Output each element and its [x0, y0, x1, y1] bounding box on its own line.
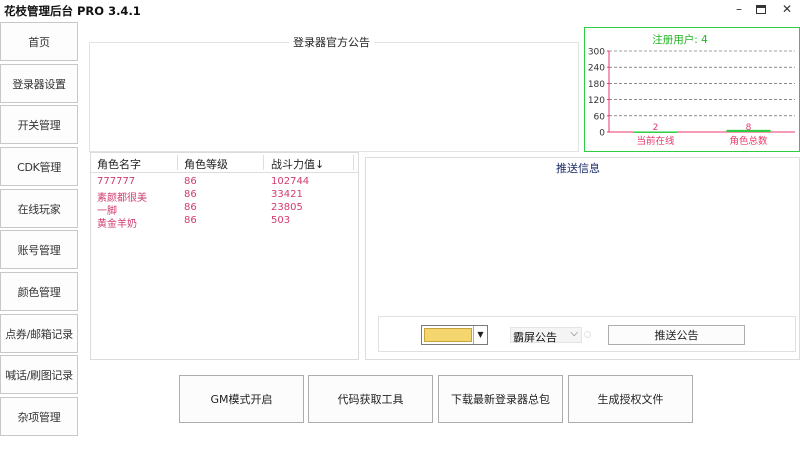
push-title: 推送信息	[556, 162, 600, 175]
cell-power: 503	[271, 215, 291, 226]
maximize-icon[interactable]	[756, 2, 770, 16]
y-tick-label: 300	[588, 48, 605, 58]
sidebar-item-shout-log[interactable]: 喊话/刷图记录	[0, 355, 78, 394]
data-label: 2	[653, 123, 659, 133]
download-package-button[interactable]: 下载最新登录器总包	[438, 375, 563, 423]
sidebar-item-points-mail[interactable]: 点券/邮箱记录	[0, 314, 78, 353]
sidebar: 首页 登录器设置 开关管理 CDK管理 在线玩家 账号管理 颜色管理 点券/邮箱…	[0, 22, 78, 449]
x-tick-label: 角色总数	[729, 135, 768, 147]
chevron-down-icon: ⌵	[570, 328, 578, 339]
cell-role-name: 黄金羊奶	[97, 219, 137, 230]
minimize-icon[interactable]: –	[732, 2, 746, 16]
stats-chart: 0 60 120 180 240 300 2 当前在线 8 角色总数	[588, 48, 795, 147]
table-row[interactable]: 一脚 86 23805	[91, 202, 358, 217]
y-tick-label: 120	[588, 96, 605, 106]
color-swatch	[424, 328, 472, 342]
app-title: 花枝管理后台 PRO 3.4.1	[4, 4, 141, 18]
sidebar-item-cdk[interactable]: CDK管理	[0, 147, 78, 186]
option-radio[interactable]	[584, 331, 591, 338]
color-select[interactable]: ▼	[421, 325, 488, 345]
y-tick-label: 60	[594, 112, 606, 122]
col-role-name[interactable]: 角色名字	[97, 156, 141, 172]
column-divider	[353, 155, 354, 170]
y-tick-label: 240	[588, 64, 605, 74]
sidebar-item-colors[interactable]: 颜色管理	[0, 272, 78, 311]
cell-role-level: 86	[184, 189, 197, 200]
notice-frame[interactable]	[89, 42, 579, 152]
cell-role-level: 86	[184, 202, 197, 213]
role-table-header: 角色名字 角色等级 战斗力值↓	[91, 153, 358, 173]
send-notice-button[interactable]: 推送公告	[608, 325, 745, 345]
push-type-value: 霸屏公告	[513, 331, 557, 344]
stats-chart-panel: 注册用户: 4 0 60 120 180 240 300 2 当前在线 8 角色总数	[584, 27, 800, 152]
col-role-level[interactable]: 角色等级	[184, 156, 228, 172]
cell-role-level: 86	[184, 215, 197, 226]
code-tool-button[interactable]: 代码获取工具	[308, 375, 433, 423]
y-tick-label: 180	[588, 80, 605, 90]
y-tick-label: 0	[599, 129, 605, 139]
cell-role-name: 777777	[97, 176, 136, 187]
generate-auth-button[interactable]: 生成授权文件	[568, 375, 693, 423]
table-row[interactable]: 777777 86 102744	[91, 176, 358, 189]
cell-power: 23805	[271, 202, 303, 213]
column-divider	[263, 155, 264, 170]
sidebar-item-home[interactable]: 首页	[0, 22, 78, 61]
notice-panel: 登录器官方公告	[89, 34, 579, 152]
cell-power: 33421	[271, 189, 303, 200]
role-list-panel: 角色名字 角色等级 战斗力值↓ 777777 86 102744 素颜都很美 8…	[90, 152, 359, 360]
sidebar-item-misc[interactable]: 杂项管理	[0, 397, 78, 436]
window-controls: – ✕	[732, 2, 794, 16]
sidebar-item-switches[interactable]: 开关管理	[0, 105, 78, 144]
col-power[interactable]: 战斗力值↓	[271, 156, 324, 172]
table-row[interactable]: 素颜都很美 86 33421	[91, 189, 358, 204]
notice-title: 登录器官方公告	[289, 34, 374, 50]
x-tick-label: 当前在线	[636, 135, 675, 147]
title-bar: 花枝管理后台 PRO 3.4.1 – ✕	[0, 0, 800, 22]
chevron-down-icon[interactable]: ▼	[473, 326, 487, 344]
gm-mode-button[interactable]: GM模式开启	[179, 375, 304, 423]
table-row[interactable]: 黄金羊奶 86 503	[91, 215, 358, 230]
data-label: 8	[746, 123, 752, 133]
cell-role-level: 86	[184, 176, 197, 187]
sidebar-item-online[interactable]: 在线玩家	[0, 189, 78, 228]
sidebar-item-launcher[interactable]: 登录器设置	[0, 64, 78, 103]
column-divider	[177, 155, 178, 170]
sidebar-item-accounts[interactable]: 账号管理	[0, 230, 78, 269]
close-icon[interactable]: ✕	[780, 2, 794, 16]
push-type-select[interactable]: 霸屏公告 ⌵	[510, 327, 582, 344]
cell-power: 102744	[271, 176, 310, 187]
